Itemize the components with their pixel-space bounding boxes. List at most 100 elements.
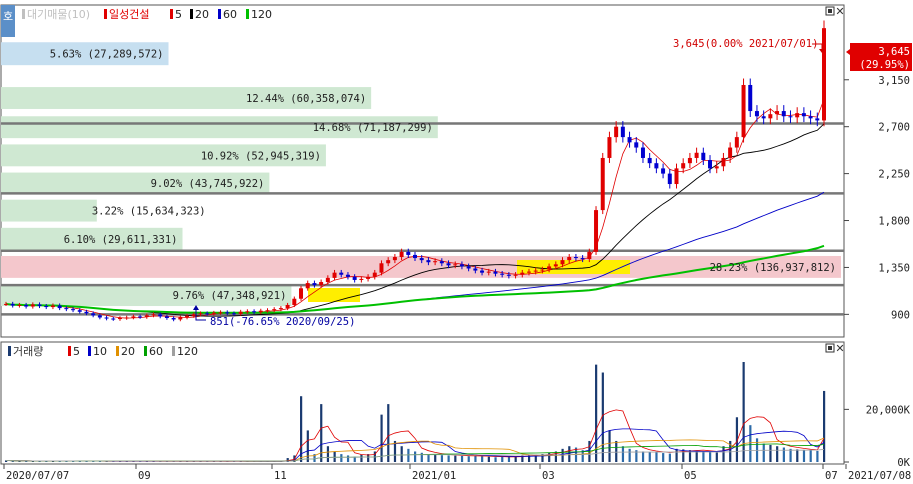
volume-ma-legend-label: 120 <box>177 345 198 358</box>
volume-bar <box>695 450 698 462</box>
volume-panel <box>0 341 845 465</box>
candle-body <box>433 261 438 263</box>
volume-bar <box>18 461 21 462</box>
stock-label: 대기매물(10) <box>27 8 90 21</box>
candle-body <box>17 304 22 306</box>
price-axis: 3,150 2,700 2,250 1,800 1,350 900 <box>844 75 910 321</box>
volume-bar <box>387 404 390 462</box>
candle-body <box>453 264 458 266</box>
candle-body <box>466 266 471 269</box>
volume-bar <box>595 364 598 462</box>
candle-body <box>77 310 82 312</box>
volume-axis: 20,000K 0K <box>844 404 911 469</box>
volume-bar <box>715 452 718 462</box>
supply-zone-label: 9.76% (47,348,921) <box>173 290 287 302</box>
stock-name: 일성건설 <box>109 7 149 21</box>
candle-body <box>84 311 89 314</box>
volume-bar <box>346 455 350 462</box>
candle-body <box>292 298 297 305</box>
ma-legend-marker <box>246 9 249 19</box>
candle-body <box>734 137 739 148</box>
candle-body <box>231 313 236 315</box>
volume-bar <box>675 448 678 462</box>
candle-body <box>687 157 692 164</box>
volume-bar <box>668 453 671 462</box>
close-icon[interactable]: ✕ <box>835 342 844 355</box>
candle-body <box>10 303 15 306</box>
volume-marker <box>8 346 11 356</box>
close-icon[interactable]: ✕ <box>835 5 844 18</box>
candle-body <box>319 282 324 286</box>
date-tick-label: 2021/07/08 <box>848 470 911 482</box>
candle-body <box>117 318 122 320</box>
ma-legend-marker <box>170 9 173 19</box>
candle-body <box>681 163 686 169</box>
candle-body <box>64 308 69 310</box>
candle-body <box>198 313 203 315</box>
volume-bar <box>789 448 792 462</box>
candle-body <box>151 314 156 316</box>
volume-bar <box>655 452 658 462</box>
ma-legend-marker <box>218 9 221 19</box>
ma-legend-marker <box>190 9 193 19</box>
volume-bar <box>494 457 497 462</box>
candle-body <box>352 276 357 280</box>
volume-bar <box>621 446 625 462</box>
candle-body <box>278 308 283 310</box>
candle-body <box>486 271 491 273</box>
candle-body <box>694 152 699 158</box>
candle-body <box>339 272 344 275</box>
candle-body <box>44 306 49 308</box>
candle-body <box>131 316 136 318</box>
date-tick-label: 2020/07/07 <box>6 470 69 482</box>
volume-bar <box>816 450 819 462</box>
candle-body <box>513 274 518 276</box>
volume-bar <box>380 414 383 462</box>
candle-body <box>728 147 733 158</box>
candle-body <box>252 311 257 313</box>
candle-body <box>714 166 719 169</box>
volume-bar <box>762 443 765 462</box>
ma-legend-label: 5 <box>175 8 182 21</box>
candle-body <box>520 272 525 275</box>
candle-body <box>91 313 96 316</box>
candle-body <box>97 315 102 318</box>
current-price-pointer <box>846 49 850 55</box>
candle-body <box>788 116 793 118</box>
candle-body <box>580 258 585 260</box>
candle-body <box>312 283 317 286</box>
current-price: 3,645 <box>878 46 910 58</box>
highlight-box-1 <box>308 288 360 302</box>
volume-bar <box>400 446 403 462</box>
candle-body <box>426 260 431 263</box>
candle-body <box>24 304 29 307</box>
candle-body <box>138 316 143 318</box>
volume-ma-legend-marker <box>68 346 71 356</box>
ma-legend-label: 120 <box>251 8 272 21</box>
candle-body <box>386 260 391 264</box>
candle-body <box>366 276 371 279</box>
volume-bar <box>454 455 457 462</box>
volume-ma-legend-label: 20 <box>121 345 135 358</box>
high-annotation: 3,645(0.00% 2021/07/01) <box>673 38 818 50</box>
candle-body <box>359 278 364 280</box>
supply-zone-label: 6.10% (29,611,331) <box>64 234 178 246</box>
candle-body <box>815 118 820 121</box>
candle-body <box>406 251 411 255</box>
candle-body <box>567 257 572 261</box>
candle-body <box>258 310 263 313</box>
volume-bar <box>568 446 571 462</box>
volume-bar <box>467 456 470 462</box>
candle-body <box>419 258 424 261</box>
candle-body <box>37 304 42 307</box>
candle-body <box>413 254 417 259</box>
candle-body <box>480 270 485 273</box>
candle-body <box>459 264 464 267</box>
volume-bar <box>641 451 645 462</box>
volume-bar <box>615 440 618 462</box>
volume-bar <box>702 451 705 462</box>
candle-body <box>822 28 826 121</box>
volume-bar <box>709 452 712 462</box>
stock-name-marker <box>104 9 107 19</box>
volume-bar <box>340 454 343 462</box>
